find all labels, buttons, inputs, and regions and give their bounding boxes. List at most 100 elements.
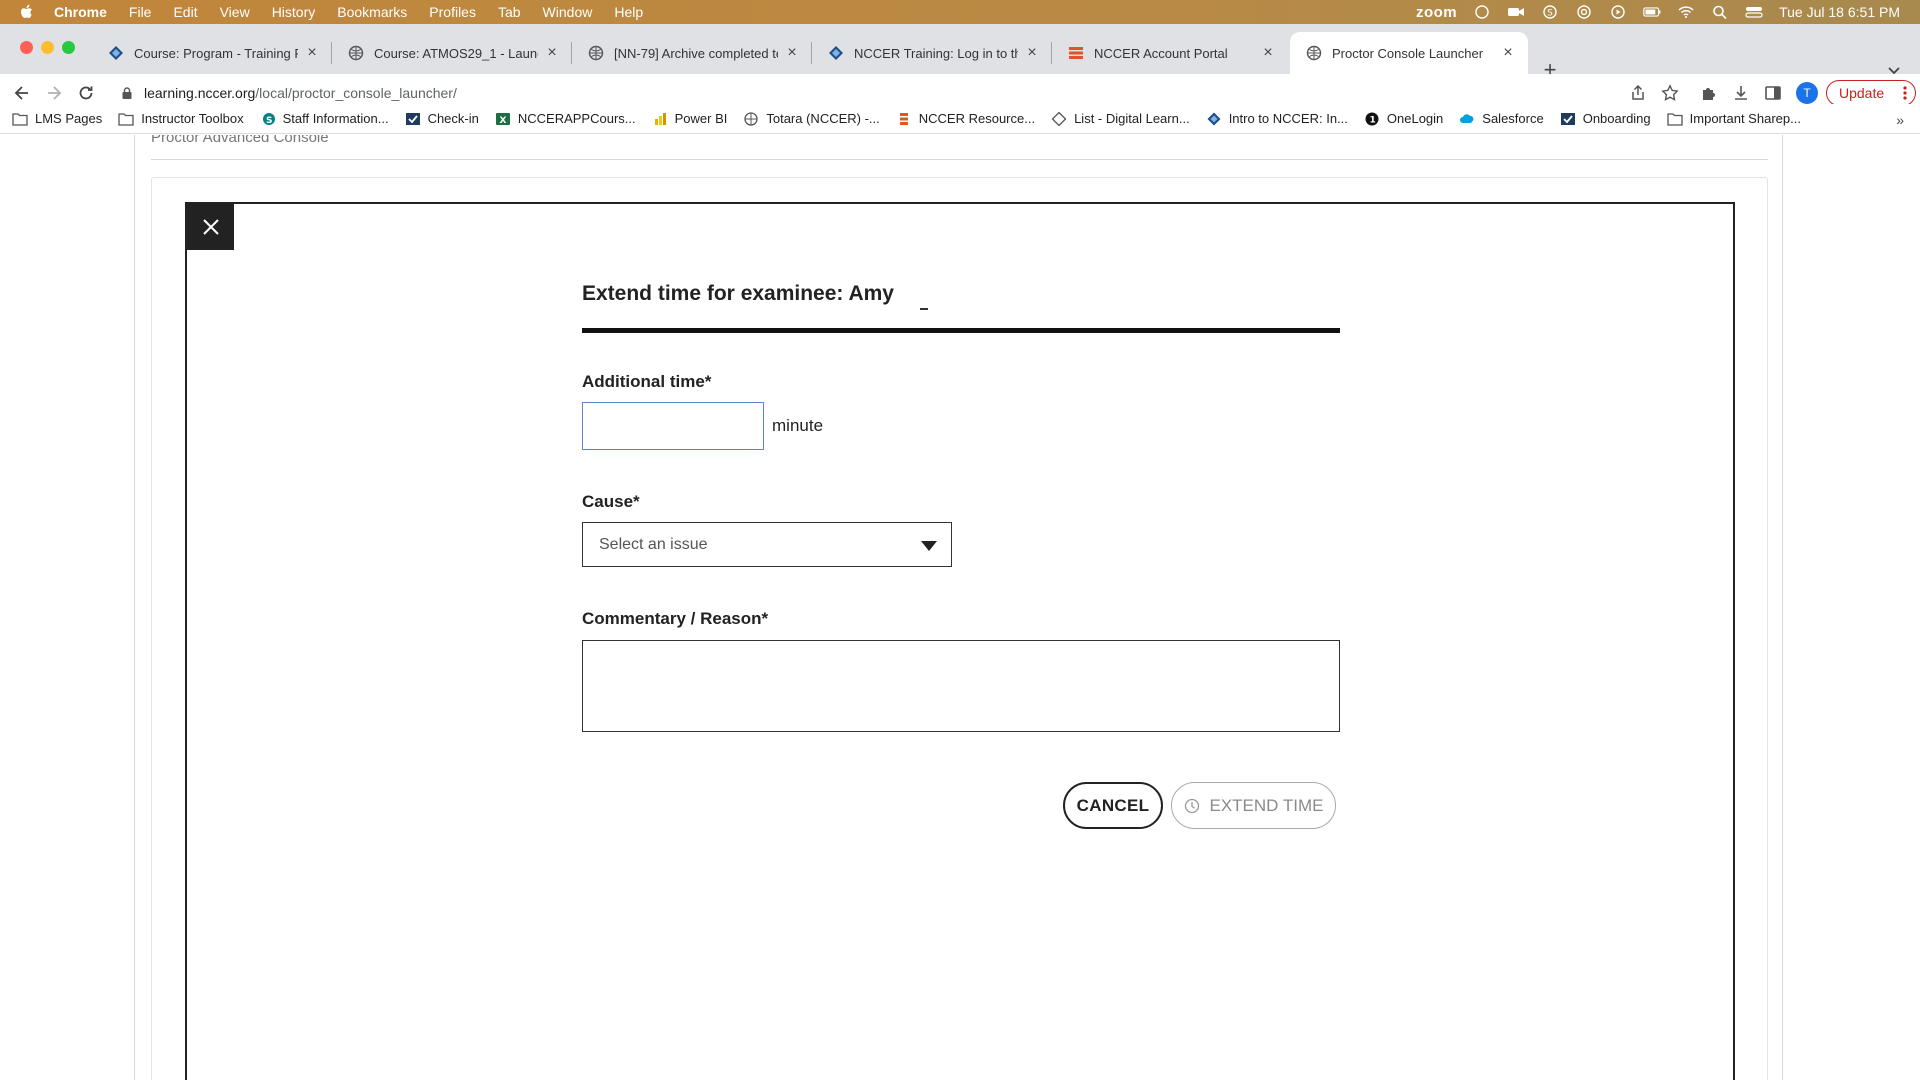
- bookmark-label: NCCER Resource...: [918, 111, 1036, 126]
- bookmark-label: Salesforce: [1482, 111, 1544, 126]
- nccer-diamond-icon: [109, 46, 123, 60]
- menu-app-name[interactable]: Chrome: [54, 4, 107, 20]
- commentary-textarea[interactable]: [582, 640, 1340, 732]
- window-controls: [20, 41, 75, 54]
- more-bookmarks-chevron-icon[interactable]: »: [1896, 112, 1904, 128]
- modal-title: Extend time for examinee: Amy: [582, 282, 894, 305]
- tab-proctor-console-launcher[interactable]: Proctor Console Launcher ×: [1290, 32, 1528, 74]
- additional-time-input[interactable]: [582, 402, 764, 450]
- text-cursor: [920, 308, 928, 310]
- download-icon[interactable]: [1732, 84, 1750, 102]
- reload-icon[interactable]: [76, 83, 96, 103]
- side-panel-icon[interactable]: [1764, 84, 1782, 102]
- bookmark-lms-pages[interactable]: LMS Pages: [12, 111, 102, 126]
- wifi-icon[interactable]: [1677, 5, 1695, 19]
- menu-view[interactable]: View: [220, 4, 250, 20]
- minimize-window-button[interactable]: [41, 41, 54, 54]
- circle-status-icon[interactable]: [1473, 5, 1491, 19]
- svg-text:S: S: [1547, 9, 1553, 19]
- bookmark-instructor-toolbox[interactable]: Instructor Toolbox: [118, 111, 244, 126]
- menu-tab[interactable]: Tab: [498, 4, 521, 20]
- apple-logo-icon[interactable]: [18, 3, 36, 21]
- bookmark-label: Intro to NCCER: In...: [1228, 111, 1348, 126]
- tab-course-atmos[interactable]: Course: ATMOS29_1 - Launchi ×: [332, 32, 572, 74]
- play-icon[interactable]: [1609, 5, 1627, 19]
- update-button[interactable]: Update: [1826, 80, 1916, 106]
- check-icon: [1560, 112, 1575, 125]
- skype-icon[interactable]: S: [1541, 5, 1559, 19]
- video-camera-icon[interactable]: [1507, 5, 1525, 19]
- menu-history[interactable]: History: [272, 4, 316, 20]
- status-area: zoom S Tue Jul 18 6:51 PM: [1416, 0, 1900, 24]
- tab-nccer-training[interactable]: NCCER Training: Log in to the s ×: [812, 32, 1052, 74]
- bookmark-totara[interactable]: Totara (NCCER) -...: [743, 111, 880, 126]
- close-tab-icon[interactable]: ×: [1500, 44, 1516, 61]
- bookmark-label: Power BI: [674, 111, 728, 126]
- menu-bookmarks[interactable]: Bookmarks: [337, 4, 407, 20]
- extend-time-label: EXTEND TIME: [1209, 795, 1324, 815]
- menu-window[interactable]: Window: [543, 4, 593, 20]
- folder-icon: [12, 112, 28, 126]
- powerbi-icon: [654, 112, 666, 125]
- lock-icon[interactable]: [120, 86, 134, 100]
- forward-arrow-icon[interactable]: [44, 83, 64, 103]
- bookmark-label: Totara (NCCER) -...: [766, 111, 880, 126]
- bookmark-nccer-resource[interactable]: NCCER Resource...: [896, 111, 1035, 126]
- dropdown-caret-icon: [921, 541, 937, 551]
- tab-course-program[interactable]: Course: Program - Training Pro ×: [92, 32, 332, 74]
- close-modal-button[interactable]: [187, 204, 234, 250]
- bookmark-important-sharepoint[interactable]: Important Sharep...: [1667, 111, 1801, 126]
- extend-time-button[interactable]: EXTEND TIME: [1171, 782, 1336, 829]
- profile-avatar[interactable]: T: [1796, 82, 1818, 104]
- clock-text[interactable]: Tue Jul 18 6:51 PM: [1779, 4, 1900, 20]
- menu-help[interactable]: Help: [614, 4, 643, 20]
- tab-nccer-account-portal[interactable]: NCCER Account Portal ×: [1052, 32, 1288, 74]
- close-tab-icon[interactable]: ×: [1260, 44, 1276, 61]
- back-arrow-icon[interactable]: [12, 83, 32, 103]
- excel-icon: X: [495, 112, 510, 126]
- zoom-window-button[interactable]: [62, 41, 75, 54]
- additional-time-label: Additional time*: [582, 372, 712, 391]
- tab-title: Course: ATMOS29_1 - Launchi: [374, 45, 538, 61]
- kebab-menu-icon: [1903, 86, 1907, 100]
- bookmark-onelogin[interactable]: 1 OneLogin: [1364, 111, 1443, 126]
- zoom-status[interactable]: zoom: [1416, 4, 1457, 21]
- bookmark-power-bi[interactable]: Power BI: [652, 111, 728, 126]
- battery-icon[interactable]: [1643, 5, 1661, 19]
- bookmark-intro-to-nccer[interactable]: Intro to NCCER: In...: [1206, 111, 1348, 126]
- tab-nn-79[interactable]: [NN-79] Archive completed te ×: [572, 32, 812, 74]
- menu-file[interactable]: File: [129, 4, 152, 20]
- globe-icon: [1306, 45, 1322, 61]
- close-tab-icon[interactable]: ×: [784, 44, 800, 61]
- cancel-button[interactable]: CANCEL: [1063, 782, 1163, 829]
- extensions-puzzle-icon[interactable]: [1700, 84, 1718, 102]
- svg-text:X: X: [499, 116, 506, 126]
- breadcrumb[interactable]: Proctor Advanced Console: [151, 135, 329, 146]
- bookmark-onboarding[interactable]: Onboarding: [1560, 111, 1651, 126]
- stack-icon: [899, 112, 908, 125]
- bookmark-label: OneLogin: [1386, 111, 1444, 126]
- cause-label: Cause*: [582, 492, 640, 511]
- menu-profiles[interactable]: Profiles: [429, 4, 476, 20]
- close-tab-icon[interactable]: ×: [1024, 44, 1040, 61]
- bookmark-salesforce[interactable]: Salesforce: [1459, 111, 1544, 126]
- close-tab-icon[interactable]: ×: [544, 44, 560, 61]
- menu-edit[interactable]: Edit: [173, 4, 197, 20]
- close-window-button[interactable]: [20, 41, 33, 54]
- bookmark-label: NCCERAPPCours...: [517, 111, 636, 126]
- cc-icon[interactable]: [1575, 5, 1593, 19]
- bookmark-nccerappcours[interactable]: X NCCERAPPCours...: [495, 111, 636, 126]
- nccer-diamond-icon: [829, 46, 843, 60]
- close-tab-icon[interactable]: ×: [304, 44, 320, 61]
- globe-icon: [588, 45, 604, 61]
- share-icon[interactable]: [1629, 84, 1647, 102]
- bookmark-label: Staff Information...: [282, 111, 389, 126]
- spotlight-search-icon[interactable]: [1711, 5, 1729, 19]
- macos-menu-bar: Chrome File Edit View History Bookmarks …: [0, 0, 1920, 24]
- control-center-icon[interactable]: [1745, 5, 1763, 19]
- bookmark-check-in[interactable]: Check-in: [405, 111, 479, 126]
- bookmark-staff-information[interactable]: S Staff Information...: [260, 111, 389, 126]
- bookmark-list-digital-learn[interactable]: List - Digital Learn...: [1051, 111, 1190, 126]
- cause-select[interactable]: Select an issue: [582, 522, 952, 567]
- bookmark-star-icon[interactable]: [1661, 84, 1679, 102]
